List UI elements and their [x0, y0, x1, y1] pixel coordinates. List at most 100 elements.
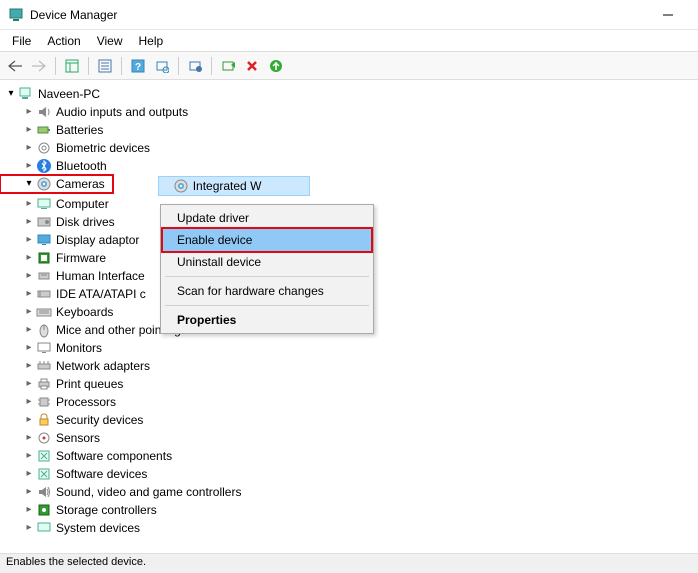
tree-label: Monitors [56, 339, 102, 357]
storage-icon [36, 502, 52, 518]
tree-label: Software devices [56, 465, 147, 483]
back-button[interactable] [4, 55, 26, 77]
tree-category[interactable]: ▸System devices [0, 519, 698, 537]
ctx-update-driver[interactable]: Update driver [163, 207, 371, 229]
cpu-icon [36, 394, 52, 410]
menu-file[interactable]: File [4, 32, 39, 50]
tree-category[interactable]: ▸Storage controllers [0, 501, 698, 519]
tree-device[interactable]: Integrated W [159, 177, 309, 195]
tree-label: Bluetooth [56, 157, 107, 175]
expand-icon[interactable]: ▸ [22, 303, 36, 321]
expand-icon[interactable]: ▸ [22, 121, 36, 139]
toolbar-separator [211, 57, 212, 75]
uninstall-button[interactable] [241, 55, 263, 77]
expand-icon[interactable]: ▸ [22, 465, 36, 483]
expand-icon[interactable]: ▸ [22, 285, 36, 303]
help-button[interactable]: ? [127, 55, 149, 77]
expand-icon[interactable]: ▸ [22, 157, 36, 175]
expand-icon[interactable]: ▸ [22, 249, 36, 267]
collapse-icon[interactable]: ▾ [4, 85, 18, 103]
window-title: Device Manager [30, 8, 645, 22]
audio-icon [36, 104, 52, 120]
expand-icon[interactable]: ▸ [22, 483, 36, 501]
firmware-icon [36, 250, 52, 266]
network-icon [36, 358, 52, 374]
expand-icon[interactable]: ▸ [22, 195, 36, 213]
ctx-uninstall-device[interactable]: Uninstall device [163, 251, 371, 273]
title-bar: Device Manager [0, 0, 698, 30]
enable-device-button[interactable] [217, 55, 239, 77]
tree-label: IDE ATA/ATAPI c [56, 285, 146, 303]
monitor-icon [36, 340, 52, 356]
tree-category[interactable]: ▸Print queues [0, 375, 698, 393]
status-bar: Enables the selected device. [0, 553, 698, 573]
expand-icon[interactable]: ▸ [22, 213, 36, 231]
forward-button[interactable] [28, 55, 50, 77]
tree-category[interactable]: ▸ Security devices [0, 411, 698, 429]
printer-icon [36, 376, 52, 392]
expand-icon[interactable]: ▸ [22, 411, 36, 429]
hid-icon [36, 268, 52, 284]
tree-label: Security devices [56, 411, 143, 429]
collapse-icon[interactable]: ▾ [22, 175, 36, 193]
expand-icon[interactable]: ▸ [22, 267, 36, 285]
expand-icon[interactable]: ▸ [22, 447, 36, 465]
tree-label: Keyboards [56, 303, 113, 321]
status-text: Enables the selected device. [6, 556, 146, 568]
tree-root[interactable]: ▾Naveen-PC [0, 85, 698, 103]
keyboard-icon [36, 304, 52, 320]
tree-category[interactable]: ▸Software components [0, 447, 698, 465]
ctx-enable-device[interactable]: Enable device [163, 229, 371, 251]
show-hide-tree-button[interactable] [61, 55, 83, 77]
expand-icon[interactable]: ▸ [22, 357, 36, 375]
security-icon [36, 412, 52, 428]
tree-category[interactable]: ▸ Monitors [0, 339, 698, 357]
app-icon [8, 7, 24, 23]
tree-label: Human Interface [56, 267, 145, 285]
properties-button[interactable] [94, 55, 116, 77]
tree-category[interactable]: ▸Sound, video and game controllers [0, 483, 698, 501]
toolbar: ? [0, 52, 698, 80]
menu-help[interactable]: Help [131, 32, 172, 50]
context-menu: Update driver Enable device Uninstall de… [160, 204, 374, 334]
update-driver-button[interactable] [184, 55, 206, 77]
expand-icon[interactable]: ▸ [22, 375, 36, 393]
ctx-scan-hardware[interactable]: Scan for hardware changes [163, 280, 371, 302]
menu-action[interactable]: Action [39, 32, 88, 50]
tree-category[interactable]: ▸Sensors [0, 429, 698, 447]
tree-label: Network adapters [56, 357, 150, 375]
camera-icon [173, 178, 189, 194]
add-legacy-button[interactable] [265, 55, 287, 77]
tree-category[interactable]: ▸Batteries [0, 121, 698, 139]
tree-label: Cameras [56, 175, 105, 193]
tree-category[interactable]: ▸Biometric devices [0, 139, 698, 157]
bluetooth-icon [36, 158, 52, 174]
tree-category[interactable]: ▸ Bluetooth [0, 157, 698, 175]
menu-view[interactable]: View [89, 32, 131, 50]
scan-hardware-button[interactable] [151, 55, 173, 77]
minimize-button[interactable] [645, 0, 690, 30]
expand-icon[interactable]: ▸ [22, 501, 36, 519]
tree-category[interactable]: ▸ Software devices [0, 465, 698, 483]
tree-label: Computer [56, 195, 109, 213]
tree-label: Processors [56, 393, 116, 411]
expand-icon[interactable]: ▸ [22, 231, 36, 249]
expand-icon[interactable]: ▸ [22, 519, 36, 537]
expand-icon[interactable]: ▸ [22, 103, 36, 121]
expand-icon[interactable]: ▸ [22, 429, 36, 447]
toolbar-separator [88, 57, 89, 75]
display-icon [36, 232, 52, 248]
expand-icon[interactable]: ▸ [22, 339, 36, 357]
tree-category[interactable]: ▸ Network adapters [0, 357, 698, 375]
expand-icon[interactable]: ▸ [22, 321, 36, 339]
ctx-properties[interactable]: Properties [163, 309, 371, 331]
tree-category[interactable]: ▾ Cameras [0, 175, 113, 193]
tree-category[interactable]: ▸ Processors [0, 393, 698, 411]
svg-text:?: ? [135, 62, 141, 73]
expand-icon[interactable]: ▸ [22, 393, 36, 411]
tree-category[interactable]: ▸Audio inputs and outputs [0, 103, 698, 121]
computer-icon [36, 196, 52, 212]
mouse-icon [36, 322, 52, 338]
tree-label: Disk drives [56, 213, 115, 231]
expand-icon[interactable]: ▸ [22, 139, 36, 157]
